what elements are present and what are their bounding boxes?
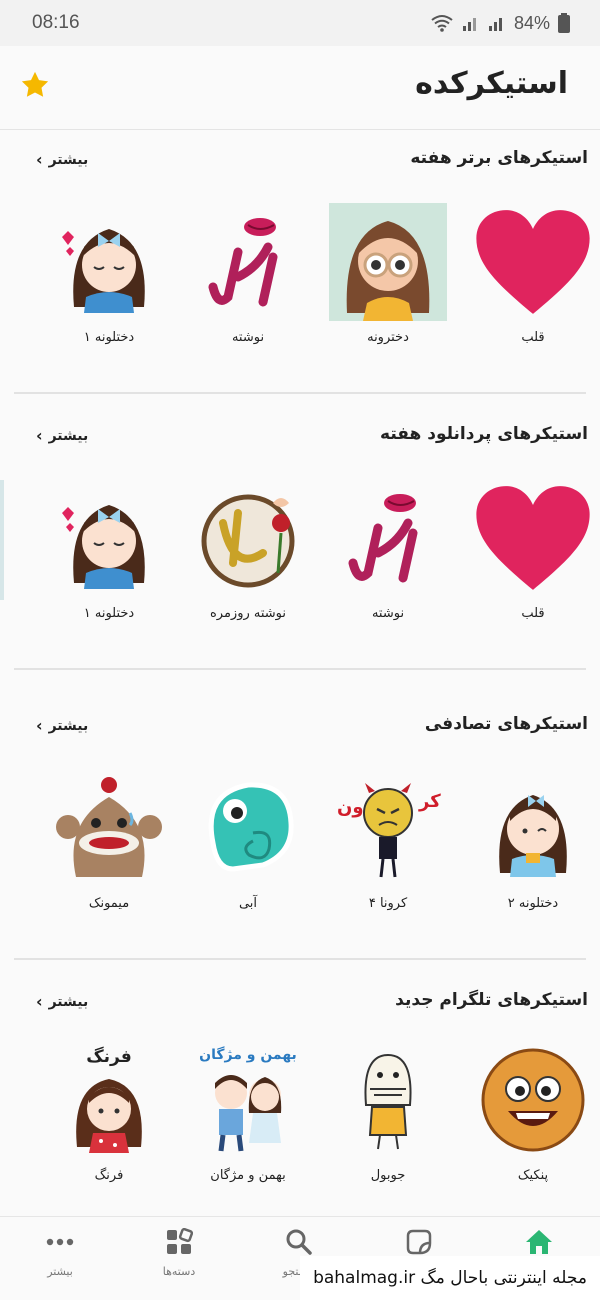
sticker-item[interactable]: نوشته [183, 202, 313, 345]
chevron-left-icon: ‹ [36, 992, 43, 1011]
nav-categories[interactable]: دسته‌ها [129, 1225, 229, 1278]
sticker-label: نوشته [231, 330, 265, 345]
divider [14, 958, 586, 960]
monkey-sticker-icon [49, 768, 169, 888]
heart-sticker-icon [473, 202, 593, 322]
search-icon [249, 1225, 349, 1259]
svg-text:ون: ون [337, 797, 364, 818]
nav-more[interactable]: بیشتر [10, 1225, 110, 1278]
status-time: 08:16 [32, 12, 80, 33]
status-bar: 08:16 84% [0, 0, 600, 46]
girl-glasses-sticker-icon [328, 202, 448, 322]
chevron-left-icon: ‹ [36, 150, 43, 169]
sticker-item[interactable]: نوشته روزمره [183, 478, 313, 621]
sticker-label: دختلونه ۱ [83, 330, 135, 345]
sticker-label: دختلونه ۱ [83, 606, 135, 621]
sticker-item[interactable]: قلب [468, 478, 598, 621]
sticker-item[interactable]: بهمن و مژگان بهمن و مژگان [183, 1040, 313, 1183]
pancake-sticker-icon [473, 1040, 593, 1160]
sticker-item[interactable]: دختلونه ۱ [44, 202, 174, 345]
sticker-label: جوبول [370, 1168, 406, 1183]
sticker-label: پنکیک [517, 1168, 549, 1183]
sticker-item[interactable]: فرنگ فرنگ [44, 1040, 174, 1183]
dots-icon [10, 1225, 110, 1259]
divider [14, 668, 586, 670]
section-random: استیکرهای تصادفی ‹ بیشتر دختلونه ۲ ون کر ک… [0, 714, 600, 960]
sticker-item[interactable]: آبی [183, 768, 313, 911]
divider [14, 392, 586, 394]
status-icons: 84% [430, 13, 570, 34]
sticker-item[interactable]: پنکیک [468, 1040, 598, 1183]
sticker-item[interactable]: ون کر کرونا ۴ [323, 768, 453, 911]
svg-text:کر: کر [418, 791, 441, 812]
section-title: استیکرهای تلگرام جدید [395, 990, 588, 1010]
sticker-label: میمونک [88, 896, 130, 911]
more-button[interactable]: ‹ بیشتر [36, 426, 88, 445]
battery-icon [558, 13, 570, 33]
sticker-label: کرونا ۴ [368, 896, 408, 911]
signal-2-icon [488, 18, 502, 31]
sticker-item[interactable]: دختلونه ۱ [44, 478, 174, 621]
sticker-label: قلب [521, 606, 545, 621]
sticker-caption: بهمن و مژگان [199, 1047, 297, 1063]
chevron-left-icon: ‹ [36, 426, 43, 445]
sticker-caption: فرنگ [86, 1047, 132, 1067]
girl-sticker-icon [473, 768, 593, 888]
sticker-label: بهمن و مژگان [210, 1168, 286, 1183]
sticker-label: دختلونه ۲ [507, 896, 559, 911]
home-icon [489, 1225, 589, 1259]
farang-sticker-icon: فرنگ [49, 1040, 169, 1160]
section-title: استیکرهای تصادفی [424, 714, 588, 734]
sticker-item[interactable]: قلب [468, 202, 598, 345]
sticker-peek [0, 480, 4, 600]
sticker-item[interactable]: میمونک [44, 768, 174, 911]
battery-percent: 84% [513, 12, 550, 33]
sticker-icon [369, 1225, 469, 1259]
salam-sticker-icon [188, 478, 308, 598]
nav-label: بیشتر [47, 1265, 73, 1278]
watermark-banner: مجله اینترنتی باحال مگ bahalmag.ir [300, 1256, 600, 1300]
chameleon-sticker-icon [188, 768, 308, 888]
sticker-item[interactable]: دختلونه ۲ [468, 768, 598, 911]
jobol-sticker-icon [328, 1040, 448, 1160]
section-title: استیکرهای برتر هفته [410, 148, 588, 168]
section-title: استیکرهای پردانلود هفته [380, 424, 588, 444]
sticker-label: نوشته [371, 606, 405, 621]
signal-icon [462, 18, 476, 31]
sticker-label: دخترونه [367, 330, 409, 345]
girl-bow-sticker-icon [49, 202, 169, 322]
chevron-left-icon: ‹ [36, 716, 43, 735]
sticker-label: آبی [238, 896, 258, 911]
sticker-label: فرنگ [94, 1168, 124, 1183]
more-button[interactable]: ‹ بیشتر [36, 992, 88, 1011]
app-bar: استیکرکده [0, 46, 600, 130]
text-sticker-icon [328, 478, 448, 598]
heart-sticker-icon [473, 478, 593, 598]
corona-sticker-icon: ون کر [328, 768, 448, 888]
app-title: استیکرکده [415, 66, 568, 101]
categories-icon [129, 1225, 229, 1259]
wifi-icon [431, 15, 453, 32]
more-button[interactable]: ‹ بیشتر [36, 716, 88, 735]
more-button[interactable]: ‹ بیشتر [36, 150, 88, 169]
section-top-week: استیکرهای برتر هفته ‹ بیشتر قلب دخترونه ن… [0, 148, 600, 394]
text-sticker-icon [188, 202, 308, 322]
section-new-telegram: استیکرهای تلگرام جدید ‹ بیشتر پنکیک جوبول… [0, 990, 600, 1210]
nav-label: دسته‌ها [162, 1265, 196, 1278]
sticker-item[interactable]: جوبول [323, 1040, 453, 1183]
sticker-label: قلب [521, 330, 545, 345]
sticker-item[interactable]: نوشته [323, 478, 453, 621]
couple-sticker-icon: بهمن و مژگان [188, 1040, 308, 1160]
section-most-downloaded: استیکرهای پردانلود هفته ‹ بیشتر قلب نوشته… [0, 424, 600, 670]
star-icon[interactable] [20, 70, 50, 100]
sticker-label: نوشته روزمره [209, 606, 287, 621]
girl-bow-sticker-icon [49, 478, 169, 598]
sticker-item[interactable]: دخترونه [323, 202, 453, 345]
